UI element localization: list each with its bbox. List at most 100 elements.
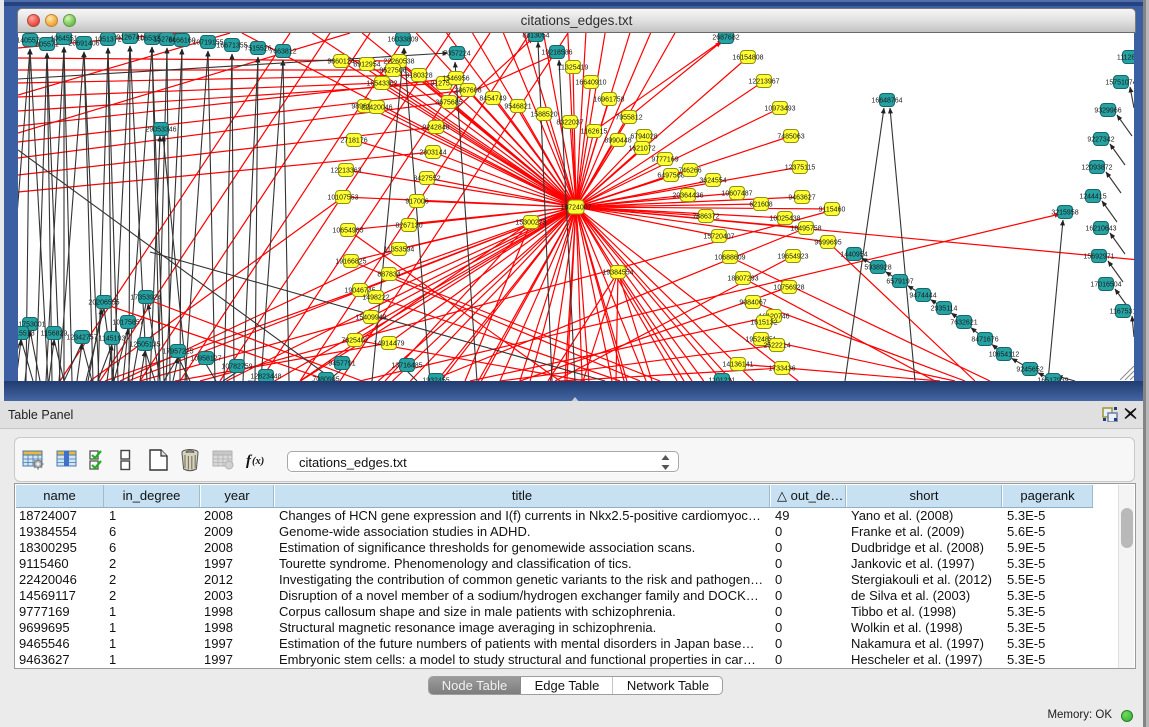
svg-text:10958127: 10958127 — [190, 355, 221, 362]
svg-text:15751074: 15751074 — [1105, 79, 1134, 86]
svg-text:10175857: 10175857 — [112, 319, 143, 326]
svg-text:2718176: 2718176 — [340, 137, 367, 144]
svg-text:905571: 905571 — [35, 41, 58, 48]
svg-text:1145193: 1145193 — [99, 335, 126, 342]
svg-text:1112822: 1112822 — [1117, 54, 1134, 61]
svg-text:7886372: 7886372 — [692, 213, 719, 220]
svg-text:16640910: 16640910 — [575, 79, 606, 86]
svg-text:8267130: 8267130 — [395, 222, 422, 229]
svg-text:6579197: 6579197 — [886, 278, 913, 285]
svg-text:1244415: 1244415 — [1079, 193, 1106, 200]
svg-text:10107553: 10107553 — [327, 194, 358, 201]
svg-text:1621072: 1621072 — [628, 145, 655, 152]
svg-text:9474444: 9474444 — [909, 292, 936, 299]
svg-text:1615132: 1615132 — [750, 319, 777, 326]
svg-text:1588520: 1588520 — [530, 111, 557, 118]
svg-text:1156829: 1156829 — [41, 330, 68, 337]
svg-text:20364436: 20364436 — [672, 192, 703, 199]
svg-text:10654985: 10654985 — [332, 227, 363, 234]
svg-text:(x): (x) — [252, 456, 264, 467]
svg-text:1167531: 1167531 — [1110, 308, 1134, 315]
svg-text:15720407: 15720407 — [703, 233, 734, 240]
svg-text:8180328: 8180328 — [405, 72, 432, 79]
svg-text:9699695: 9699695 — [814, 239, 841, 246]
svg-text:1733436: 1733436 — [768, 365, 795, 372]
svg-text:15300273: 15300273 — [515, 219, 546, 226]
svg-text:11325419: 11325419 — [558, 64, 589, 71]
svg-text:15692971: 15692971 — [1083, 253, 1114, 260]
svg-text:16648764: 16648764 — [871, 97, 902, 104]
svg-text:7515526: 7515526 — [244, 45, 271, 52]
svg-text:19166825: 19166825 — [335, 258, 366, 265]
svg-text:7663812: 7663812 — [269, 48, 296, 55]
svg-text:18724007: 18724007 — [560, 204, 591, 211]
svg-text:17957225: 17957225 — [162, 348, 193, 355]
svg-text:10756928: 10756928 — [773, 284, 804, 291]
svg-text:9546821: 9546821 — [504, 103, 531, 110]
svg-text:16961758: 16961758 — [593, 96, 624, 103]
svg-text:887834: 887834 — [377, 271, 400, 278]
svg-text:3624554: 3624554 — [699, 177, 726, 184]
svg-text:6794028: 6794028 — [630, 133, 657, 140]
svg-text:18495758: 18495758 — [790, 225, 821, 232]
svg-text:16671355: 16671355 — [216, 42, 247, 49]
svg-text:9245652: 9245652 — [1016, 366, 1043, 373]
svg-text:8454749: 8454749 — [479, 95, 506, 102]
svg-text:12213363: 12213363 — [330, 167, 361, 174]
svg-text:3215958: 3215958 — [1051, 209, 1078, 216]
svg-text:7955812: 7955812 — [615, 114, 642, 121]
svg-text:9084067: 9084067 — [739, 299, 766, 306]
svg-text:16210643: 16210643 — [1085, 225, 1116, 232]
svg-text:20206555: 20206555 — [88, 299, 119, 306]
svg-text:7080985: 7080985 — [312, 376, 339, 381]
svg-text:7825402: 7825402 — [341, 337, 368, 344]
svg-text:29053346: 29053346 — [145, 126, 176, 133]
svg-text:1440954: 1440954 — [840, 251, 867, 258]
svg-text:10973493: 10973493 — [764, 105, 795, 112]
svg-text:917006: 917006 — [405, 198, 428, 205]
svg-text:10025438: 10025438 — [769, 215, 800, 222]
svg-text:3675685: 3675685 — [435, 99, 462, 106]
svg-text:1101231: 1101231 — [709, 377, 736, 381]
svg-text:16517939: 16517939 — [1037, 377, 1068, 381]
svg-text:1162615: 1162615 — [581, 128, 608, 135]
svg-text:8990448: 8990448 — [604, 137, 631, 144]
svg-text:8427552: 8427552 — [413, 175, 440, 182]
svg-text:19218586: 19218586 — [541, 49, 572, 56]
svg-text:8471676: 8471676 — [971, 336, 998, 343]
svg-text:18807293: 18807293 — [727, 275, 758, 282]
svg-text:7632621: 7632621 — [950, 319, 977, 326]
svg-text:10654112: 10654112 — [989, 351, 1020, 358]
svg-text:8912954: 8912954 — [353, 61, 380, 68]
svg-text:9329966: 9329966 — [1094, 107, 1121, 114]
svg-text:1546956: 1546956 — [442, 75, 469, 82]
svg-text:9242848: 9242848 — [422, 124, 449, 131]
svg-text:19654923: 19654923 — [777, 253, 808, 260]
svg-text:14914479: 14914479 — [373, 340, 404, 347]
svg-text:2803144: 2803144 — [419, 149, 446, 156]
svg-text:12093872: 12093872 — [1081, 164, 1112, 171]
svg-text:1932455: 1932455 — [422, 377, 449, 381]
svg-text:16154808: 16154808 — [732, 54, 763, 61]
svg-text:2687682: 2687682 — [712, 34, 739, 41]
svg-text:9463627: 9463627 — [788, 194, 815, 201]
svg-text:7357224: 7357224 — [443, 50, 470, 57]
svg-text:9457791: 9457791 — [328, 360, 355, 367]
svg-text:1498222: 1498222 — [362, 294, 389, 301]
svg-text:746266: 746266 — [678, 167, 701, 174]
svg-text:17016504: 17016504 — [1090, 281, 1121, 288]
svg-text:13716485: 13716485 — [391, 362, 422, 369]
svg-text:22420046: 22420046 — [361, 104, 392, 111]
svg-text:12342757: 12342757 — [66, 334, 97, 341]
svg-text:2522214: 2522214 — [763, 342, 790, 349]
svg-text:14136141: 14136141 — [722, 361, 753, 368]
svg-text:621608: 621608 — [749, 201, 772, 208]
svg-text:9227342: 9227342 — [1087, 136, 1114, 143]
svg-text:9860124: 9860124 — [327, 58, 354, 65]
svg-text:9527506: 9527506 — [379, 67, 406, 74]
svg-text:7485063: 7485063 — [777, 133, 804, 140]
svg-text:12375115: 12375115 — [785, 164, 816, 171]
svg-text:8322037: 8322037 — [556, 119, 583, 126]
svg-text:3915518: 3915518 — [18, 330, 35, 337]
svg-text:16033809: 16033809 — [387, 36, 418, 43]
